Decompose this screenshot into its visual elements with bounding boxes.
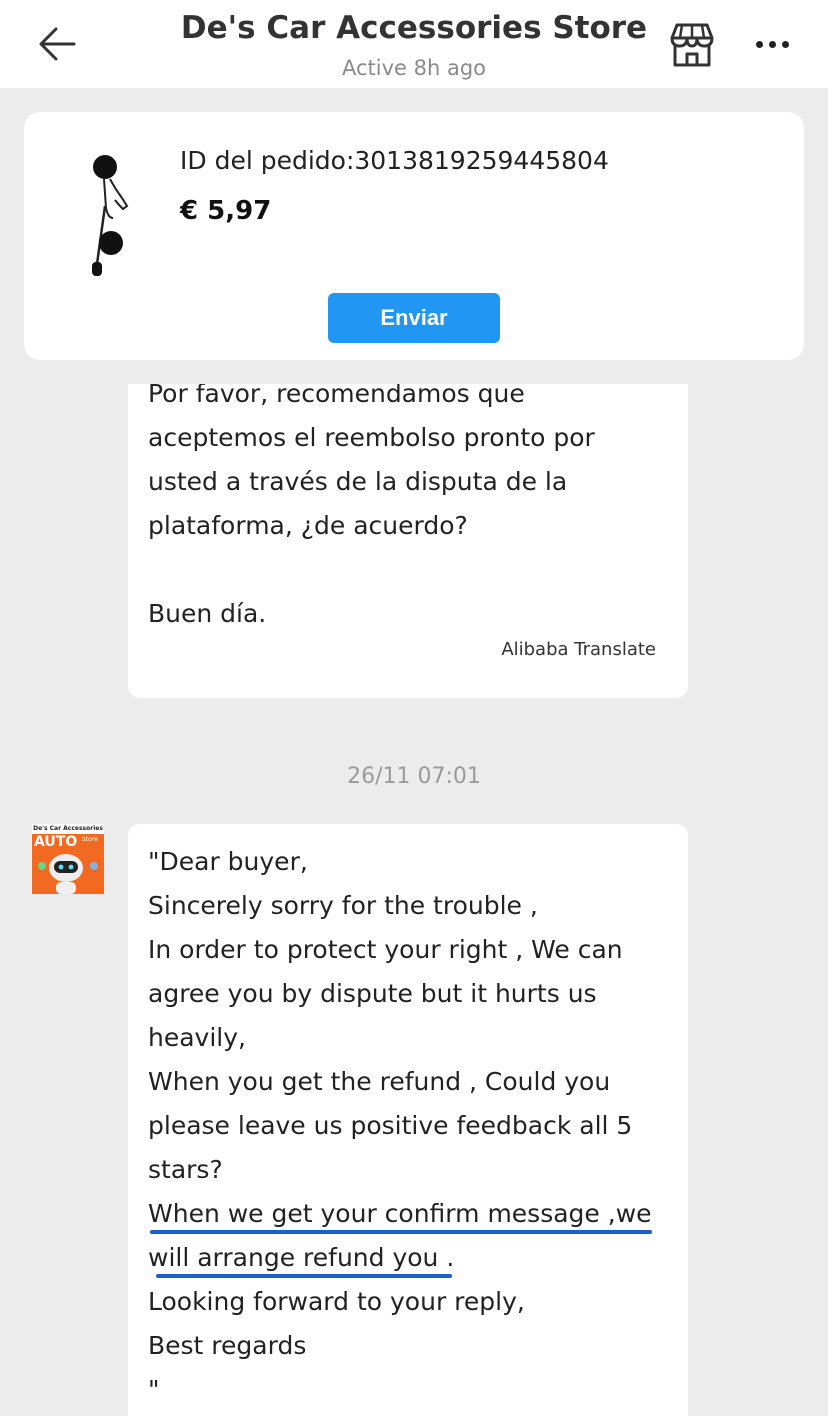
hand-drawn-underline (156, 1274, 452, 1278)
message-line: usted a través de la disputa de la (148, 467, 568, 496)
message-line: heavily, (148, 1023, 246, 1052)
message-line: stars? (148, 1155, 223, 1184)
active-status: Active 8h ago (341, 56, 487, 80)
product-image-headset (92, 155, 129, 276)
store-title[interactable]: De's Car Accessories Store (100, 10, 728, 46)
message-bubble-seller: "Dear buyer, Sincerely sorry for the tro… (128, 824, 688, 1416)
message-line: please leave us positive feedback all 5 (148, 1111, 633, 1140)
store-icon (670, 23, 714, 67)
more-options-button[interactable] (748, 26, 796, 62)
message-line: " (148, 1375, 160, 1404)
back-button[interactable] (30, 20, 82, 72)
message-line: aceptemos el reembolso pronto por (148, 423, 595, 452)
seller-avatar[interactable]: De's Car Accessories AUTO Store (32, 824, 104, 894)
message-bubble-translated: Por favor, recomendamos que aceptemos el… (128, 372, 688, 698)
message-line: "Dear buyer, (148, 847, 308, 876)
more-horizontal-icon-dot (768, 40, 776, 48)
more-horizontal-icon-dot (781, 40, 789, 48)
robot-mascot-icon (38, 854, 98, 894)
message-line: Sincerely sorry for the trouble , (148, 891, 538, 920)
chat-header: De's Car Accessories Store Active 8h ago (0, 0, 828, 88)
message-line: agree you by dispute but it hurts us (148, 979, 597, 1008)
message-list[interactable]: Por favor, recomendamos que aceptemos el… (0, 372, 828, 1416)
arrow-left-icon (39, 27, 76, 61)
translation-label[interactable]: Alibaba Translate (501, 638, 656, 662)
message-line: Best regards (148, 1331, 307, 1360)
send-order-button[interactable]: Enviar (328, 293, 500, 343)
more-horizontal-icon (755, 40, 763, 48)
message-line: plataforma, ¿de acuerdo? (148, 511, 468, 540)
order-card[interactable]: ID del pedido:3013819259445804 € 5,97 En… (24, 112, 804, 360)
message-line: Looking forward to your reply, (148, 1287, 525, 1316)
store-button[interactable] (666, 20, 718, 70)
message-line: Buen día. (148, 599, 267, 628)
message-line: When you get the refund , Could you (148, 1067, 611, 1096)
chat-screen: De's Car Accessories Store Active 8h ago… (0, 0, 828, 1416)
message-text: Por favor, recomendamos que aceptemos el… (148, 372, 678, 636)
message-timestamp: 26/11 07:01 (347, 764, 481, 789)
hand-drawn-underline (150, 1230, 652, 1234)
order-panel: ID del pedido:3013819259445804 € 5,97 En… (0, 88, 828, 384)
order-id: ID del pedido:3013819259445804 (180, 146, 609, 175)
message-text: "Dear buyer, Sincerely sorry for the tro… (148, 840, 678, 1412)
message-line: In order to protect your right , We can (148, 935, 623, 964)
order-price: € 5,97 (180, 196, 272, 226)
